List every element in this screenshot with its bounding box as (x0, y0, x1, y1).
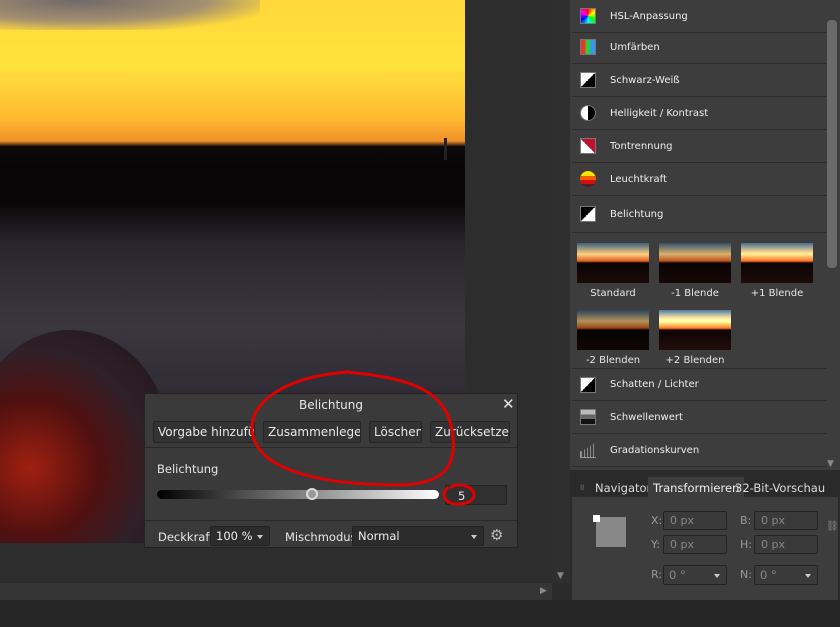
annotation-overlay (250, 370, 476, 506)
annotation-ellipse (250, 370, 455, 487)
annotation-circle (442, 483, 476, 506)
